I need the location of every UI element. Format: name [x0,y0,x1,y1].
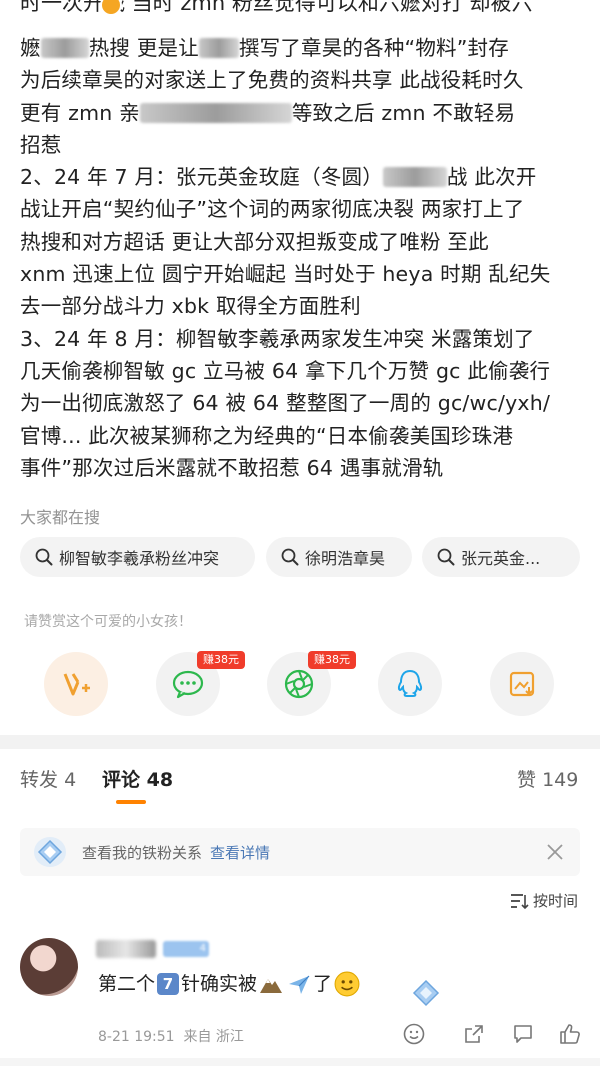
post-line: 3、24 年 8 月：柳智敏李羲承两家发生冲突 米露策划了 [20,326,535,351]
comment-text-part: 了 [313,973,333,995]
earn-badge: 赚38元 [308,651,356,669]
post-line: 招惹 [20,132,62,157]
tab-likes[interactable]: 赞 149 [517,766,578,794]
fan-notice-text: 查看我的铁粉关系 [82,843,203,862]
commenter-name-blurred[interactable] [96,940,156,958]
post-line: 事件”那次过后米露就不敢招惹 64 遇事就滑轨 [20,455,444,480]
blurred-text [198,38,239,58]
post-line: 更有 zmn 亲等致之后 zmn 不敢轻易 [20,100,516,125]
post-line: 2、24 年 7 月：张元英金玫庭（冬圆）战 此次开 [20,165,537,190]
tip-label: 请赞赏这个可爱的小女孩！ [24,614,192,630]
fan-level-badge: 4 [163,941,209,957]
post-line: 热搜和对方超话 更让大部分双担叛变成了唯粉 至此 [20,229,489,254]
fan-notice-link[interactable]: 查看详情 [210,842,270,863]
qq-icon [397,669,423,697]
sort-toggle[interactable]: 按时间 [509,890,578,911]
tab-comments[interactable]: 评论 48 [102,766,173,794]
tab-comments-label: 评论 [102,769,141,791]
search-icon [281,548,299,566]
comment-meta: 8-21 19:51 来自 浙江 [98,1026,244,1046]
blurred-text [382,167,447,188]
trending-item-label: 张元英金... [461,549,541,568]
trending-item[interactable]: 柳智敏李羲承粉丝冲突 [20,537,255,577]
bottom-divider [0,1058,600,1066]
post-body: 嬷热搜 更是让 撰写了章昊的各种“物料”封存 为后续章昊的对家送上了免费的资料共享… [20,32,585,484]
blurred-text [139,102,292,123]
post-line: 嬷热搜 更是让 撰写了章昊的各种“物料”封存 [20,36,509,60]
v-plus-icon [63,673,90,696]
diamond-icon [34,837,66,867]
comment-date: 8-21 19:51 [98,1029,175,1045]
earn-badge: 赚38元 [197,651,245,669]
smile-emoji-icon [334,971,360,997]
sort-icon [510,893,529,909]
moments-icon [284,669,314,699]
tab-likes-count: 149 [542,769,579,791]
search-icon [35,548,53,566]
save-image-icon [509,671,535,697]
trending-item[interactable]: 徐明浩章昊 [266,537,412,577]
reward-button[interactable] [44,652,108,716]
tab-repost-label: 转发 [20,769,59,791]
trending-item[interactable]: 张元英金... [422,537,580,577]
sort-label: 按时间 [532,892,578,910]
comment-text-part: 针确实被 [181,973,258,995]
airplane-emoji-icon [289,975,310,994]
close-icon[interactable] [544,841,566,863]
diamond-icon [412,979,440,1007]
trending-label: 大家都在搜 [20,508,101,527]
section-divider [0,735,600,749]
active-tab-indicator [116,800,146,804]
post-line: 几天偷袭柳智敏 gc 立马被 64 拿下几个万赞 gc 此偷袭行 [20,358,551,383]
tab-likes-label: 赞 [517,769,537,791]
post-line: 官博... 此次被某狮称之为经典的“日本偷袭美国珍珠港 [20,423,514,448]
comment-text: 第二个 7 针确实被 了 [98,971,362,997]
avatar[interactable] [20,938,78,996]
wechat-icon [172,670,204,699]
like-icon[interactable] [558,1022,582,1046]
tab-repost[interactable]: 转发 4 [20,766,76,794]
post-line: 为一出彻底激怒了 64 被 64 整整图了一周的 gc/wc/yxh/ [20,391,551,416]
post-line: xnm 迅速上位 圆宁开始崛起 当时处于 heya 时期 乱纪失 [20,262,551,287]
cut-line-text: 时一次开战 当时 zmn 粉丝觉得可以和六嬷对打 却被六 [20,0,533,15]
blurred-text [40,38,89,58]
mountain-emoji-icon [260,979,283,993]
comment-source: 来自 浙江 [183,1029,244,1045]
share-qq-button[interactable] [378,652,442,716]
trending-item-label: 徐明浩章昊 [305,549,386,568]
emoji-icon[interactable] [402,1022,426,1046]
post-line: 为后续章昊的对家送上了免费的资料共享 此战役耗时久 [20,68,524,93]
tab-comments-count: 48 [146,769,174,791]
share-icon[interactable] [462,1022,486,1046]
number-seven-emoji: 7 [157,973,180,995]
save-image-button[interactable] [490,652,554,716]
search-icon [437,548,455,566]
post-line: 战让开启“契约仙子”这个词的两家彻底决裂 两家打上了 [20,197,525,222]
trending-item-label: 柳智敏李羲承粉丝冲突 [59,549,220,568]
fan-relationship-bar[interactable]: 查看我的铁粉关系 查看详情 [20,828,580,876]
tab-repost-count: 4 [64,769,77,791]
comment-text-part: 第二个 [98,973,156,995]
comment-icon[interactable] [511,1022,535,1046]
post-line: 去一部分战斗力 xbk 取得全方面胜利 [20,294,361,319]
